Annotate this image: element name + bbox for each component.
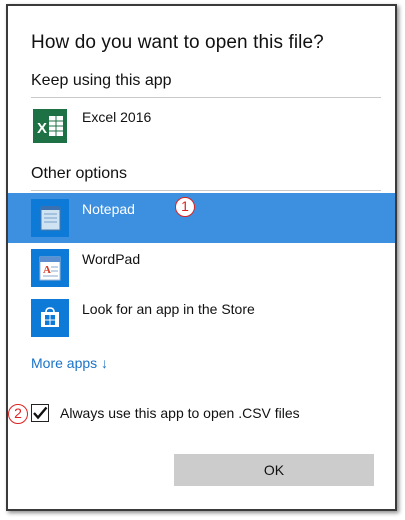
- store-icon: [31, 299, 69, 337]
- always-use-label: Always use this app to open .CSV files: [60, 405, 300, 421]
- annotation-marker-2: 2: [8, 404, 28, 424]
- divider: [31, 97, 381, 98]
- ok-button[interactable]: OK: [174, 454, 374, 486]
- svg-text:A: A: [43, 264, 51, 276]
- notepad-icon: [31, 199, 69, 237]
- app-name: WordPad: [82, 251, 141, 267]
- annotation-marker-1: 1: [175, 197, 195, 217]
- keep-using-label: Keep using this app: [31, 72, 172, 89]
- app-item-excel[interactable]: X Excel 2016: [8, 101, 395, 151]
- app-name: Look for an app in the Store: [82, 301, 255, 317]
- app-item-store[interactable]: Look for an app in the Store: [8, 293, 395, 343]
- open-with-dialog: How do you want to open this file? Keep …: [6, 4, 397, 511]
- dialog-title: How do you want to open this file?: [31, 32, 324, 53]
- app-item-notepad[interactable]: Notepad: [8, 193, 395, 243]
- always-use-checkbox[interactable]: [31, 404, 49, 422]
- excel-icon: X: [31, 107, 69, 145]
- other-options-label: Other options: [31, 165, 128, 182]
- checkmark-icon: [33, 406, 48, 420]
- divider: [31, 190, 381, 191]
- app-name: Excel 2016: [82, 109, 152, 125]
- app-item-wordpad[interactable]: A WordPad: [8, 243, 395, 293]
- app-name: Notepad: [82, 201, 135, 217]
- wordpad-icon: A: [31, 249, 69, 287]
- more-apps-link[interactable]: More apps ↓: [31, 355, 108, 371]
- svg-text:X: X: [37, 120, 47, 137]
